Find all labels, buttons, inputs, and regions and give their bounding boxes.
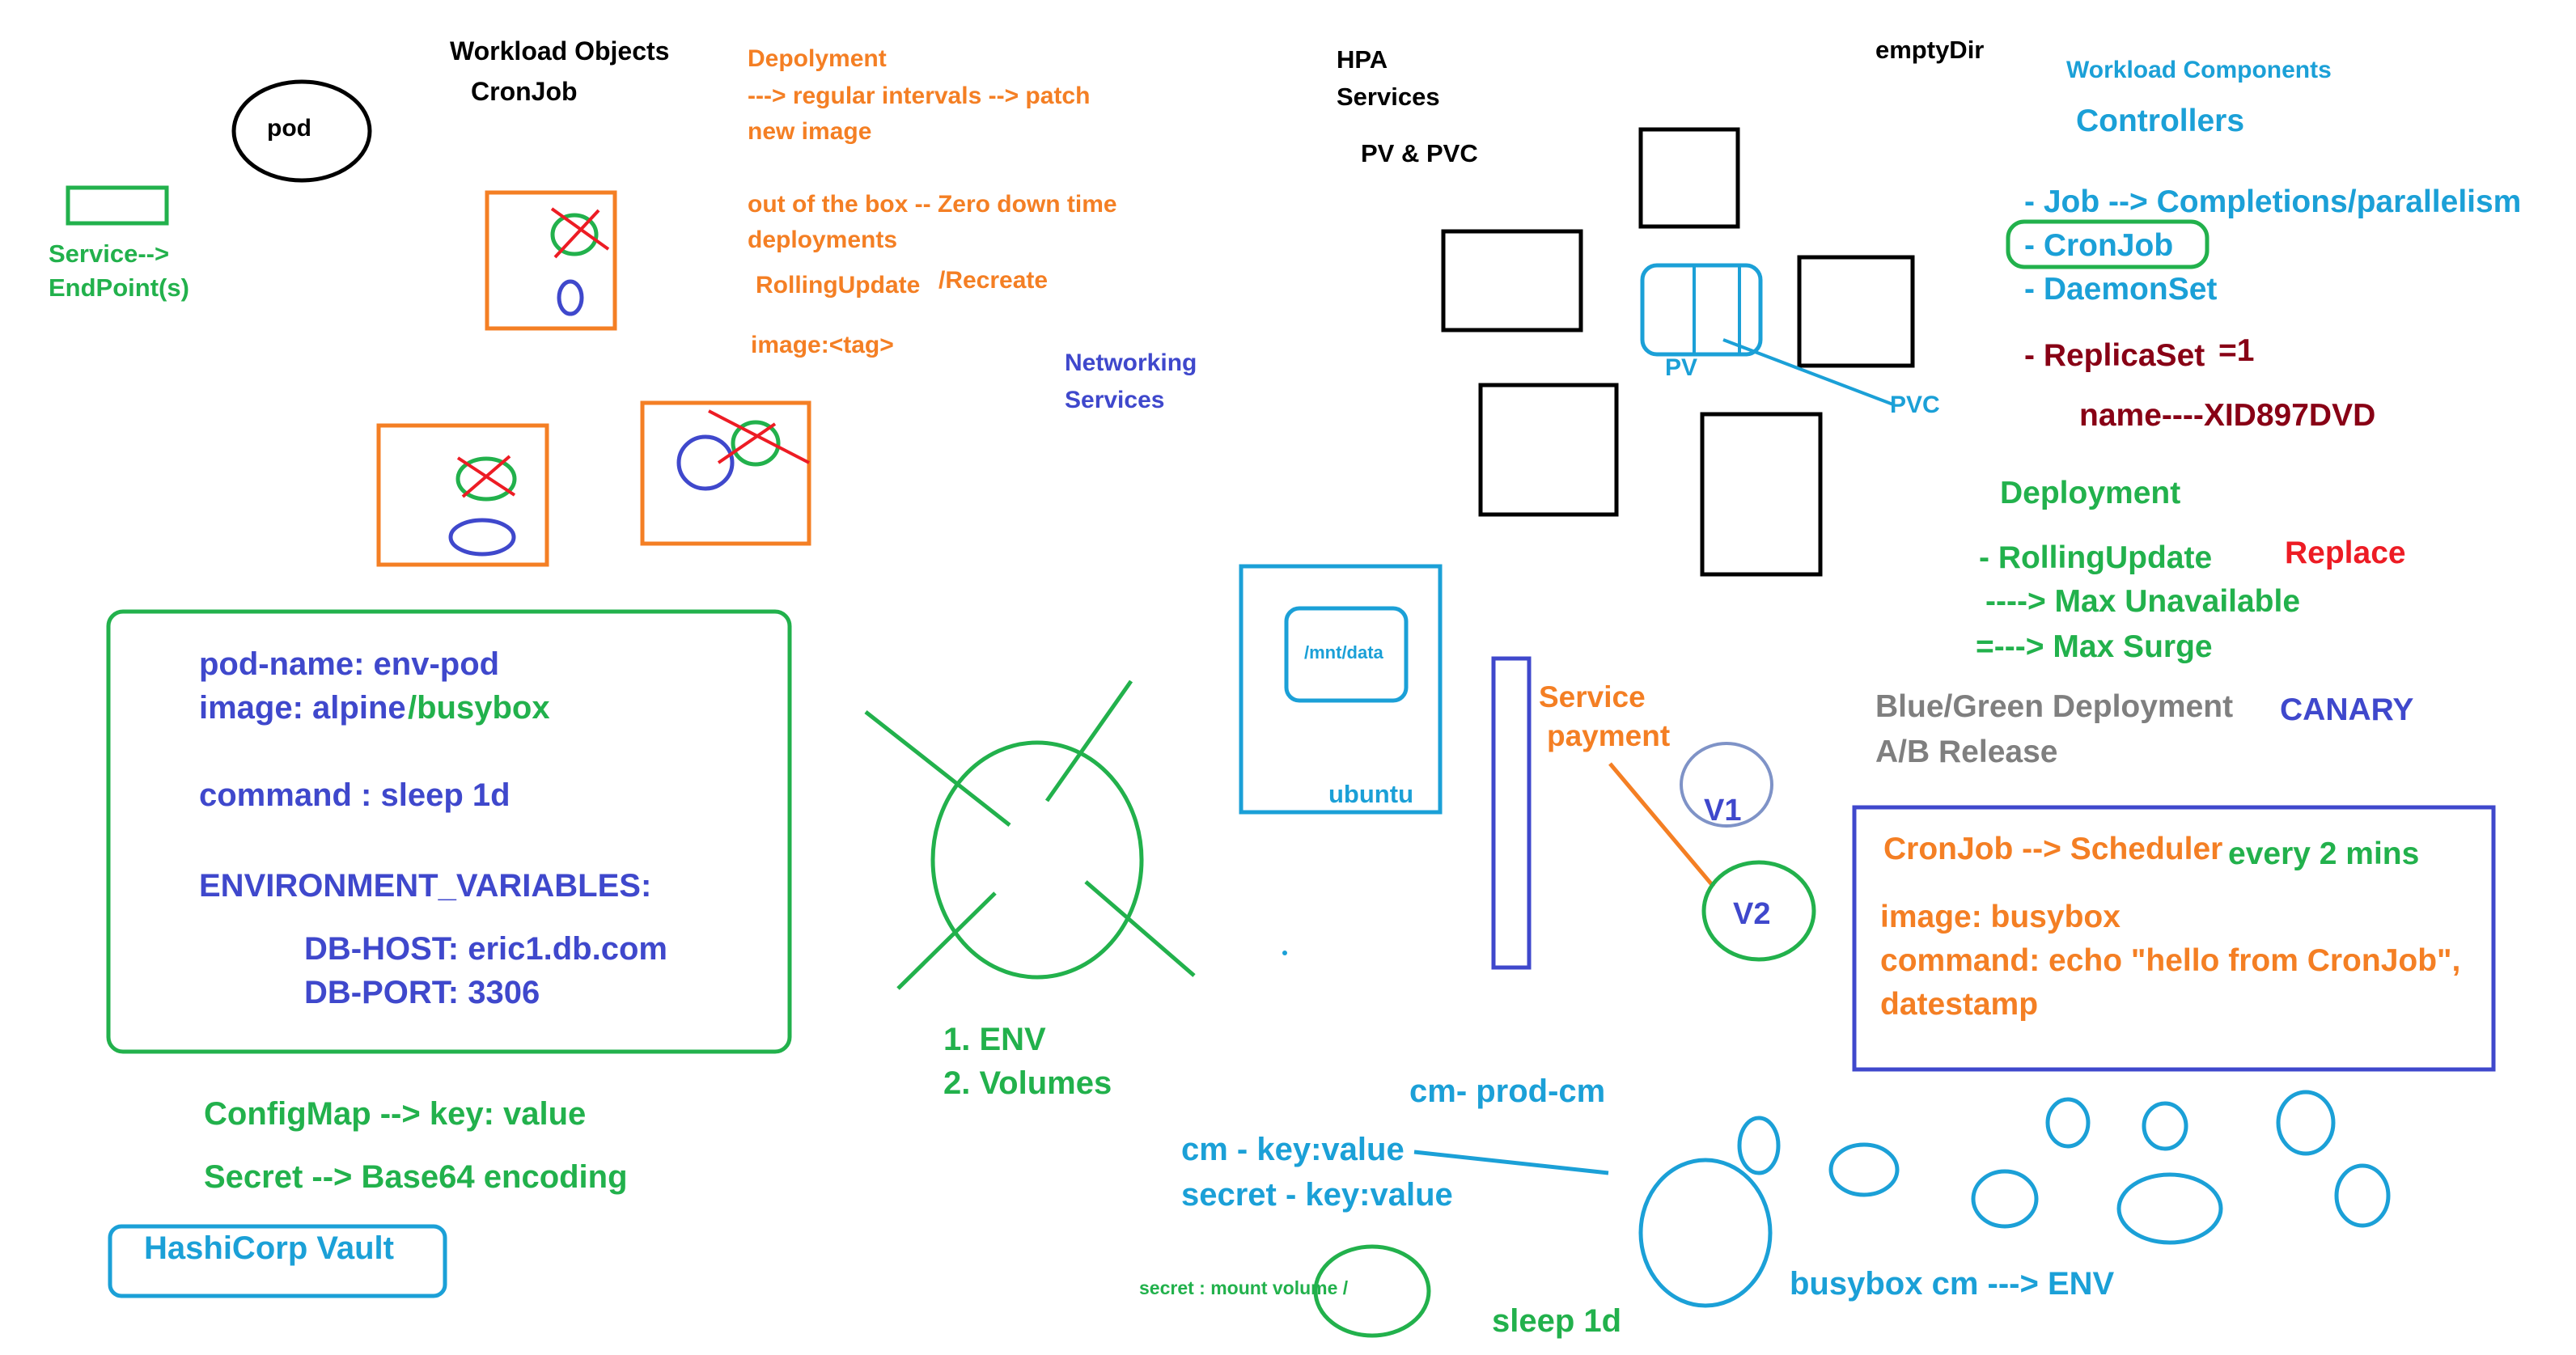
workload-objects-label: Workload Objects xyxy=(450,36,669,66)
service-label: Service--> xyxy=(49,239,169,268)
canary-label: CANARY xyxy=(2280,692,2413,727)
cronjob-every: every 2 mins xyxy=(2228,836,2419,871)
job-item: - Job --> Completions/parallelism xyxy=(2024,184,2521,219)
bluegreen-label: Blue/Green Deployment xyxy=(1875,689,2233,724)
new-pod-circle xyxy=(557,279,584,316)
pv-volume xyxy=(1640,263,1763,357)
components-title: Workload Components xyxy=(2066,57,2332,83)
cronjob-scheduler: CronJob --> Scheduler xyxy=(1883,832,2222,866)
deployment-heading: Deployment xyxy=(2000,476,2180,510)
db-port: DB-PORT: 3306 xyxy=(304,975,540,1010)
hpa-label: HPA xyxy=(1337,45,1388,74)
replace-label: Replace xyxy=(2285,536,2406,570)
mnt-data-label: /mnt/data xyxy=(1304,642,1384,663)
db-host: DB-HOST: eric1.db.com xyxy=(304,931,667,967)
node-box xyxy=(1478,383,1619,517)
service-payment-label: Service xyxy=(1539,680,1646,713)
dot xyxy=(1282,951,1287,955)
replicaset-name: name----XID897DVD xyxy=(2079,398,2375,433)
cronjob-datestamp: datestamp xyxy=(1880,987,2038,1022)
service-rect xyxy=(66,185,169,226)
pv-label: PV xyxy=(1665,354,1697,381)
cronjob-command: command: echo "hello from CronJob", xyxy=(1880,943,2460,978)
max-surge-item: =---> Max Surge xyxy=(1976,629,2213,664)
endpoints-label: EndPoint(s) xyxy=(49,273,189,302)
secret-note: Secret --> Base64 encoding xyxy=(204,1159,628,1195)
image-tag-note: image:<tag> xyxy=(751,332,894,358)
env-pod-image: image: alpine xyxy=(199,690,406,726)
volumes-item: 2. Volumes xyxy=(943,1065,1112,1101)
env-bubble xyxy=(864,680,1196,990)
networking-services-label: Services xyxy=(1065,387,1164,413)
node-box xyxy=(1797,255,1915,368)
pvc-label: PVC xyxy=(1890,392,1940,418)
deployment-note-2: ---> regular intervals --> patch xyxy=(748,83,1090,109)
recreate-note: /Recreate xyxy=(938,267,1048,294)
vault-label: HashiCorp Vault xyxy=(144,1230,394,1266)
networking-label: Networking xyxy=(1065,349,1197,376)
env-pod-busybox: /busybox xyxy=(408,690,550,726)
rolling-update-note: RollingUpdate xyxy=(756,272,920,299)
pod-label: pod xyxy=(267,115,311,142)
replica-box-1 xyxy=(485,190,617,331)
cm-prod-label: cm- prod-cm xyxy=(1409,1073,1605,1109)
ubuntu-label: ubuntu xyxy=(1328,780,1413,808)
env-item: 1. ENV xyxy=(943,1022,1046,1057)
cronjob-item: - CronJob xyxy=(2024,228,2173,263)
busybox-env-label: busybox cm ---> ENV xyxy=(1790,1266,2115,1302)
replica-box-2 xyxy=(376,423,549,567)
daemonset-item: - DaemonSet xyxy=(2024,272,2217,307)
max-unavailable-item: ----> Max Unavailable xyxy=(1985,584,2300,619)
rollingupdate-item: - RollingUpdate xyxy=(1979,540,2212,575)
env-pod-command: command : sleep 1d xyxy=(199,777,511,813)
node-box xyxy=(1700,412,1823,577)
replica-box-3 xyxy=(640,400,811,546)
secret-key-value: secret - key:value xyxy=(1181,1177,1453,1213)
env-pod-name: pod-name: env-pod xyxy=(199,646,499,682)
v2-connector xyxy=(1608,762,1715,888)
pv-pvc-label: PV & PVC xyxy=(1361,139,1478,167)
cronjob-header-label: CronJob xyxy=(471,77,578,106)
node-box xyxy=(1638,127,1740,229)
service-payment-name: payment xyxy=(1547,719,1670,752)
service-bar xyxy=(1491,656,1532,970)
emptydir-label: emptyDir xyxy=(1875,36,1984,64)
whiteboard-canvas: pod Service--> EndPoint(s) Workload Obje… xyxy=(49,36,2521,1339)
cm-key-value: cm - key:value xyxy=(1181,1132,1405,1167)
deployment-note-1: Depolyment xyxy=(748,45,887,72)
v1-label: V1 xyxy=(1704,794,1741,828)
sleep-label: sleep 1d xyxy=(1492,1303,1621,1339)
deployment-note-5: deployments xyxy=(748,227,897,253)
cronjob-image: image: busybox xyxy=(1880,900,2121,934)
deployment-note-4: out of the box -- Zero down time xyxy=(748,191,1117,218)
cm-connector xyxy=(1413,1150,1609,1175)
pvc-connector xyxy=(1722,338,1894,406)
ubuntu-pod-box xyxy=(1239,564,1443,815)
ab-release-label: A/B Release xyxy=(1875,735,2057,769)
env-vars-title: ENVIRONMENT_VARIABLES: xyxy=(199,868,651,904)
replicaset-count: =1 xyxy=(2218,333,2254,368)
node-box xyxy=(1441,229,1583,332)
deployment-note-3: new image xyxy=(748,118,871,145)
v2-label: V2 xyxy=(1733,897,1770,931)
replicaset-item: - ReplicaSet xyxy=(2024,338,2205,373)
configmap-note: ConfigMap --> key: value xyxy=(204,1096,586,1132)
services-label: Services xyxy=(1337,83,1440,111)
controllers-label: Controllers xyxy=(2076,104,2244,138)
